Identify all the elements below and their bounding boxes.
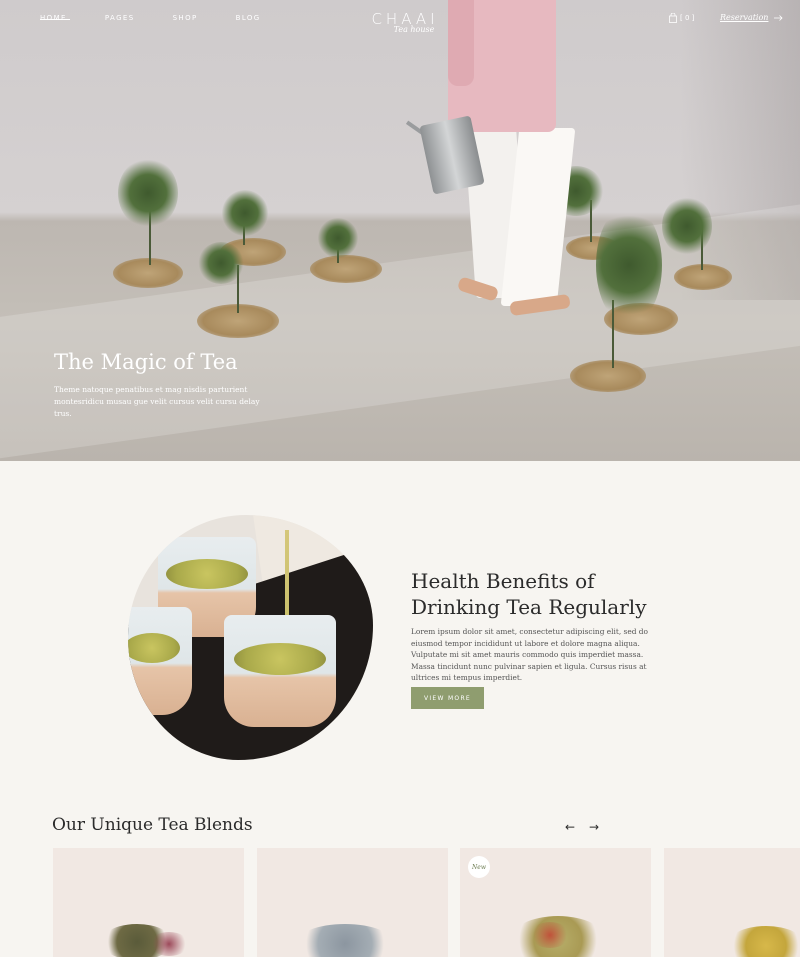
new-badge: New	[468, 856, 490, 878]
soil-mound	[570, 360, 646, 392]
tea-blend-image	[530, 922, 570, 948]
tea-blend-image	[295, 924, 395, 957]
person-arm	[448, 0, 474, 86]
sapling-leaves	[662, 196, 712, 256]
tea-liquid	[234, 643, 326, 675]
sapling-leaves	[596, 205, 662, 325]
reservation-label: Reservation	[720, 13, 769, 22]
product-card[interactable]	[257, 848, 448, 957]
hero-title: The Magic of Tea	[54, 350, 238, 374]
sapling-leaves	[318, 218, 358, 258]
health-title: Health Benefits of Drinking Tea Regularl…	[411, 569, 647, 619]
nav-item-shop[interactable]: SHOP	[173, 14, 198, 22]
cart-button[interactable]: [ 0 ]	[669, 13, 694, 23]
logo-tagline: Tea house	[393, 25, 435, 34]
health-description: Lorem ipsum dolor sit amet, consectetur …	[411, 627, 648, 683]
sapling-leaves	[222, 190, 268, 236]
tea-blend-image	[149, 932, 189, 956]
nav-item-pages[interactable]: PAGES	[105, 14, 135, 22]
nav-item-blog[interactable]: BLOG	[236, 14, 261, 22]
tea-cups-image	[128, 515, 373, 760]
view-more-button[interactable]: VIEW MORE	[411, 687, 484, 709]
hero-banner: HOME PAGES SHOP BLOG CHAAI Tea house [ 0…	[0, 0, 800, 461]
sapling-leaves	[118, 158, 178, 228]
soil-mound	[310, 255, 382, 283]
tea-liquid	[166, 559, 248, 589]
blends-title: Our Unique Tea Blends	[52, 815, 253, 835]
product-card[interactable]	[664, 848, 800, 957]
main-nav: HOME PAGES SHOP BLOG	[40, 14, 299, 22]
reservation-link[interactable]: Reservation	[720, 13, 784, 22]
product-card[interactable]	[53, 848, 244, 957]
product-card[interactable]: New	[460, 848, 651, 957]
hero-description: Theme natoque penatibus et mag nisdis pa…	[54, 385, 260, 418]
nav-item-home[interactable]: HOME	[40, 14, 70, 22]
soil-mound	[674, 264, 732, 290]
arrow-left-icon[interactable]: ←	[565, 820, 575, 834]
arrow-right-icon	[774, 14, 784, 21]
cart-count: [ 0 ]	[680, 14, 695, 22]
logo[interactable]: CHAAI Tea house	[370, 10, 440, 34]
sapling-leaves	[198, 242, 244, 284]
arrow-right-icon[interactable]: →	[589, 820, 599, 834]
soil-mound	[113, 258, 183, 288]
shopping-bag-icon	[669, 13, 677, 23]
tea-blend-image	[726, 926, 800, 957]
